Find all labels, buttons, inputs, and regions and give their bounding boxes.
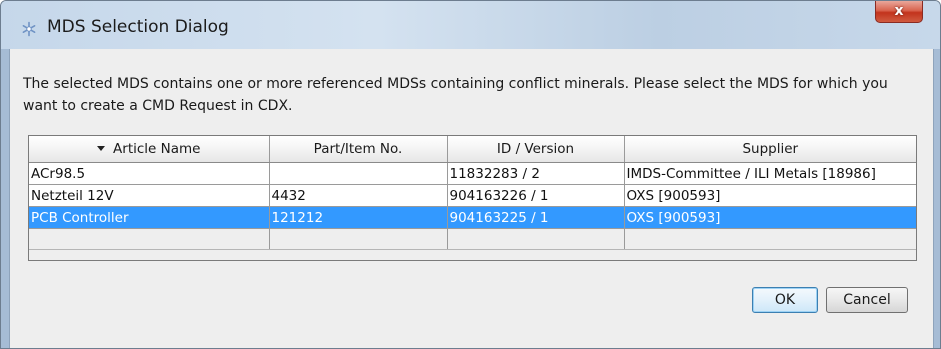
cell-part-item-no: 121212 — [269, 206, 448, 229]
dialog-message: The selected MDS contains one or more re… — [23, 76, 888, 114]
column-header-id-version[interactable]: ID / Version — [447, 136, 625, 163]
cell-supplier: OXS [900593] — [624, 184, 916, 207]
table-header-row: Article Name Part/Item No. ID / Version … — [29, 136, 916, 163]
column-header-supplier[interactable]: Supplier — [624, 136, 916, 163]
cell-supplier: IMDS-Committee / ILI Metals [18986] — [624, 162, 916, 185]
cell-id-version: 904163226 / 1 — [447, 184, 625, 207]
table-row[interactable]: Netzteil 12V 4432 904163226 / 1 OXS [900… — [29, 184, 916, 207]
cancel-button[interactable]: Cancel — [826, 287, 908, 313]
title-bar[interactable]: MDS Selection Dialog x — [1, 1, 940, 49]
close-icon: x — [894, 3, 904, 19]
cell-article-name: Netzteil 12V — [29, 184, 270, 207]
column-header-article-name[interactable]: Article Name — [29, 136, 270, 163]
table-row-selected[interactable]: PCB Controller 121212 904163225 / 1 OXS … — [29, 206, 916, 229]
close-button[interactable]: x — [875, 1, 923, 23]
dialog-window: MDS Selection Dialog x The selected MDS … — [0, 0, 941, 349]
column-label: Part/Item No. — [313, 141, 403, 157]
cell-id-version: 11832283 / 2 — [447, 162, 625, 185]
cell-part-item-no: 4432 — [269, 184, 448, 207]
dialog-body: The selected MDS contains one or more re… — [9, 49, 934, 348]
ok-button[interactable]: OK — [752, 287, 818, 313]
cell-article-name: ACr98.5 — [29, 162, 270, 185]
mds-table: Article Name Part/Item No. ID / Version … — [28, 135, 917, 261]
sort-descending-icon — [97, 146, 106, 151]
cell-id-version: 904163225 / 1 — [447, 206, 625, 229]
cell-part-item-no — [269, 162, 448, 185]
column-header-part-item-no[interactable]: Part/Item No. — [269, 136, 448, 163]
column-label: Article Name — [113, 141, 201, 157]
window-title: MDS Selection Dialog — [47, 17, 229, 37]
cell-supplier: OXS [900593] — [624, 206, 916, 229]
empty-row — [29, 228, 916, 250]
column-label: Supplier — [742, 141, 799, 157]
cell-article-name: PCB Controller — [29, 206, 270, 229]
snowflake-icon — [22, 21, 36, 37]
table-row[interactable]: ACr98.5 11832283 / 2 IMDS-Committee / IL… — [29, 162, 916, 185]
column-label: ID / Version — [496, 141, 575, 157]
